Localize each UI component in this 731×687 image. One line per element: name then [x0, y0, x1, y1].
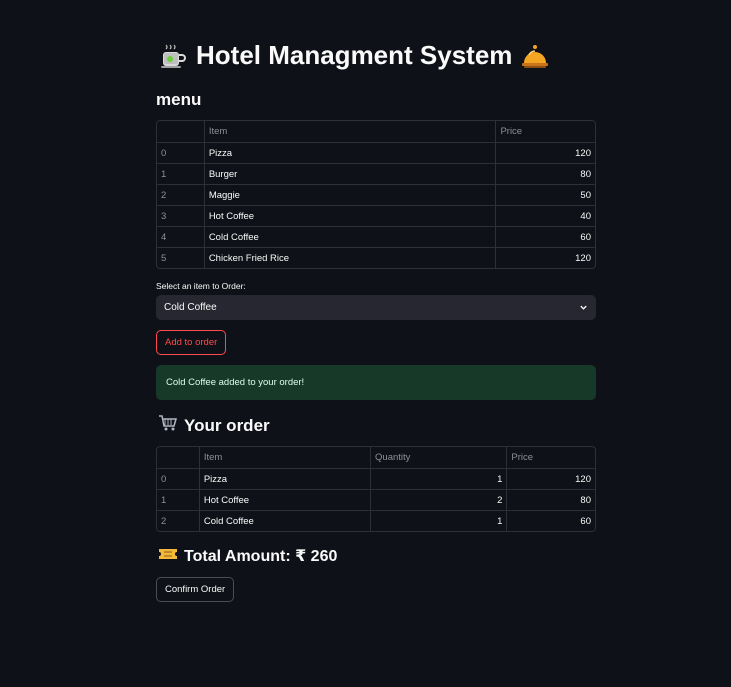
menu-table[interactable]: Item Price 0 Pizza 120 1 Burger 80 2 Mag… [156, 120, 596, 269]
row-index: 3 [161, 210, 167, 222]
price-cell: 80 [495, 164, 595, 184]
table-row[interactable]: 2 Cold Coffee 1 60 [157, 510, 595, 531]
table-row[interactable]: 0 Pizza 1 120 [157, 468, 595, 489]
total-heading: Total Amount: ₹ 260 [158, 546, 337, 566]
column-header[interactable]: Item [198, 447, 370, 468]
quantity-cell: 1 [370, 469, 506, 489]
page-title-text: Hotel Managment System [196, 40, 513, 70]
success-message: Cold Coffee added to your order! [166, 377, 305, 388]
column-header[interactable]: Quantity [370, 447, 506, 468]
item-cell: Hot Coffee [203, 206, 496, 226]
chevron-down-icon [578, 303, 588, 313]
table-row[interactable]: 3 Hot Coffee 40 [157, 205, 595, 226]
row-index: 4 [161, 231, 167, 243]
total-amount: Total Amount: ₹ 260 [184, 548, 338, 565]
row-index: 0 [161, 147, 167, 159]
table-row[interactable]: 0 Pizza 120 [157, 142, 595, 163]
price-cell: 120 [495, 248, 595, 268]
item-select[interactable]: Cold Coffee [156, 295, 596, 320]
page-title: Hotel Managment System [158, 40, 550, 71]
item-cell: Burger [203, 164, 496, 184]
row-index: 1 [161, 168, 167, 180]
row-index: 2 [161, 189, 167, 201]
column-header[interactable]: Price [495, 121, 595, 142]
price-cell: 80 [506, 490, 595, 510]
table-row[interactable]: 1 Hot Coffee 2 80 [157, 489, 595, 510]
shopping-cart-icon [158, 414, 178, 437]
table-row[interactable]: 5 Chicken Fried Rice 120 [157, 247, 595, 268]
menu-heading: menu [156, 90, 202, 109]
row-index: 0 [161, 473, 167, 485]
row-index: 1 [161, 494, 167, 506]
column-header[interactable]: Item [203, 121, 496, 142]
price-cell: 50 [495, 185, 595, 205]
column-header[interactable] [157, 121, 204, 142]
order-heading-text: Your order [184, 415, 270, 435]
column-header[interactable] [157, 447, 199, 468]
order-table[interactable]: Item Quantity Price 0 Pizza 1 120 1 Hot … [156, 446, 596, 532]
table-header: Item Quantity Price [157, 447, 595, 468]
price-cell: 60 [506, 511, 595, 531]
table-header: Item Price [157, 121, 595, 142]
teacup-icon [158, 41, 188, 71]
order-heading: Your order [158, 414, 270, 437]
bellhop-bell-icon [520, 41, 550, 71]
add-to-order-button[interactable]: Add to order [156, 330, 227, 355]
quantity-cell: 2 [370, 490, 506, 510]
item-cell: Chicken Fried Rice [203, 248, 496, 268]
price-cell: 120 [506, 469, 595, 489]
price-cell: 40 [495, 206, 595, 226]
item-cell: Hot Coffee [198, 490, 370, 510]
item-cell: Cold Coffee [198, 511, 370, 531]
confirm-order-button[interactable]: Confirm Order [156, 577, 235, 602]
item-cell: Maggie [203, 185, 496, 205]
item-cell: Pizza [203, 143, 496, 163]
row-index: 5 [161, 252, 167, 264]
success-alert: Cold Coffee added to your order! [156, 365, 596, 400]
table-row[interactable]: 1 Burger 80 [157, 163, 595, 184]
table-row[interactable]: 2 Maggie 50 [157, 184, 595, 205]
quantity-cell: 1 [370, 511, 506, 531]
price-cell: 60 [495, 227, 595, 247]
row-index: 2 [161, 515, 167, 527]
select-label: Select an item to Order: [156, 281, 246, 291]
select-value: Cold Coffee [164, 302, 217, 313]
table-row[interactable]: 4 Cold Coffee 60 [157, 226, 595, 247]
column-header[interactable]: Price [506, 447, 595, 468]
item-cell: Cold Coffee [203, 227, 496, 247]
price-cell: 120 [495, 143, 595, 163]
ticket-icon [158, 547, 178, 566]
item-cell: Pizza [198, 469, 370, 489]
